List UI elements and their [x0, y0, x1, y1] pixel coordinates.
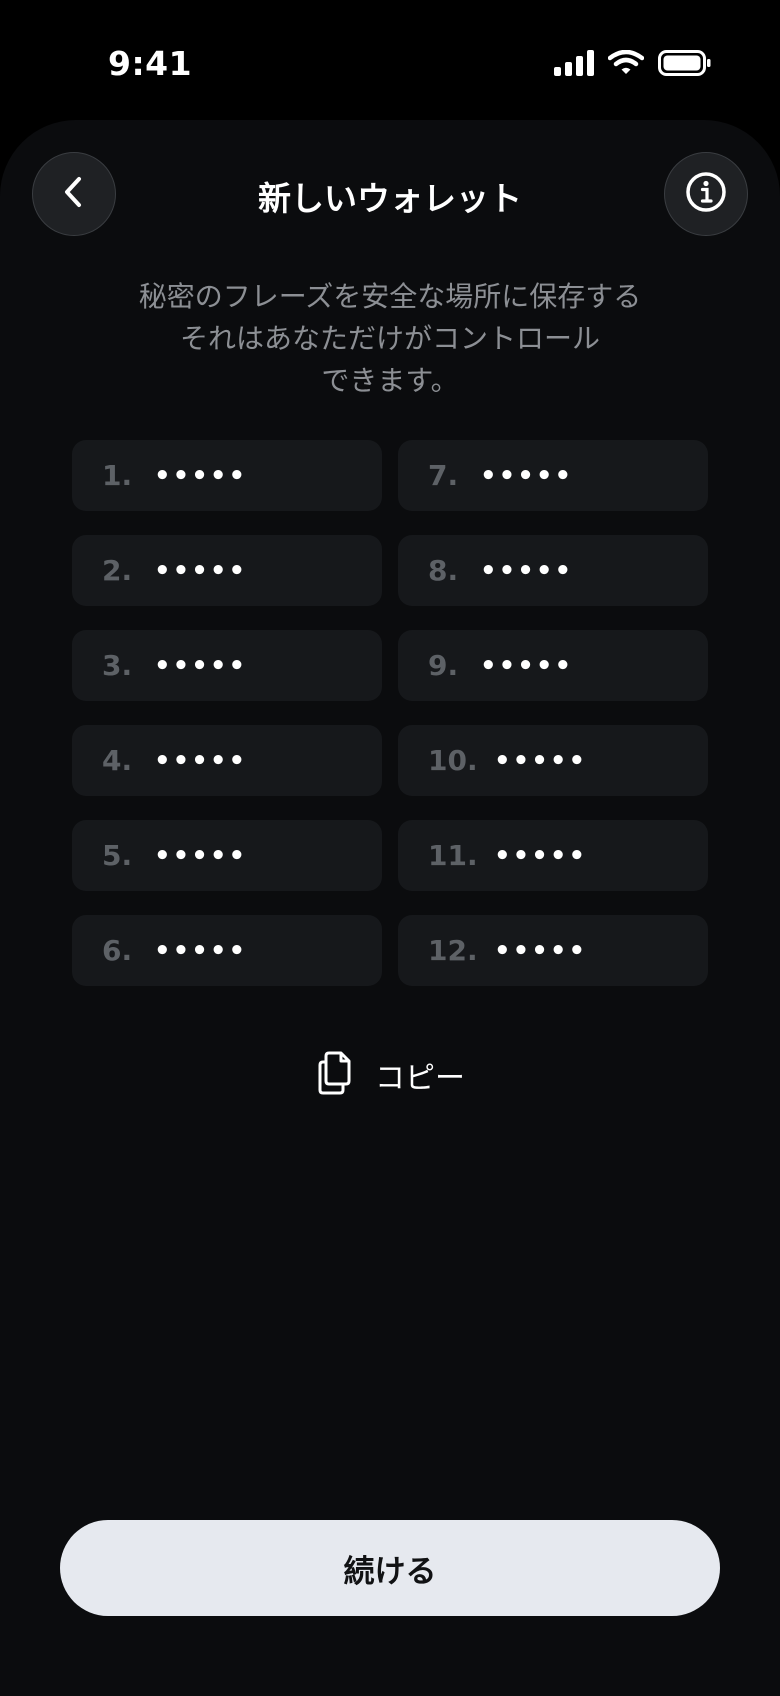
word-number: 11. [428, 839, 478, 872]
phrase-word-cell: 2. ••••• [72, 535, 382, 606]
word-mask: ••••• [480, 650, 574, 681]
status-bar: 9:41 [0, 0, 780, 120]
word-mask: ••••• [480, 460, 574, 491]
word-mask: ••••• [154, 935, 248, 966]
status-icons [554, 49, 712, 80]
phrase-word-cell: 1. ••••• [72, 440, 382, 511]
word-number: 5. [102, 839, 133, 872]
word-mask: ••••• [154, 555, 248, 586]
continue-button[interactable]: 続ける [60, 1520, 720, 1616]
word-number: 7. [428, 459, 459, 492]
phrase-word-cell: 11. ••••• [398, 820, 708, 891]
word-mask: ••••• [494, 840, 588, 871]
word-number: 6. [102, 934, 133, 967]
phrase-word-cell: 4. ••••• [72, 725, 382, 796]
chevron-left-icon [59, 175, 89, 213]
phrase-word-cell: 5. ••••• [72, 820, 382, 891]
instruction-line: 秘密のフレーズを安全な場所に保存する [138, 280, 642, 313]
word-number: 8. [428, 554, 459, 587]
phrase-word-cell: 8. ••••• [398, 535, 708, 606]
wallet-sheet: 新しいウォレット 秘密のフレーズを安全な場所に保存する それはあなただけがコント… [0, 120, 780, 1696]
word-number: 3. [102, 649, 133, 682]
word-number: 9. [428, 649, 459, 682]
word-number: 2. [102, 554, 133, 587]
battery-icon [658, 50, 712, 80]
word-number: 12. [428, 934, 478, 967]
word-mask: ••••• [154, 650, 248, 681]
copy-icon [315, 1050, 355, 1100]
word-mask: ••••• [154, 840, 248, 871]
word-mask: ••••• [154, 460, 248, 491]
word-number: 1. [102, 459, 133, 492]
word-mask: ••••• [494, 935, 588, 966]
copy-label: コピー [375, 1061, 465, 1096]
word-mask: ••••• [494, 745, 588, 776]
phrase-word-cell: 10. ••••• [398, 725, 708, 796]
page-title: 新しいウォレット [258, 179, 522, 218]
info-icon [684, 170, 728, 218]
instruction-line: それはあなただけがコントロール [179, 322, 600, 355]
wifi-icon [607, 49, 645, 80]
phrase-word-cell: 6. ••••• [72, 915, 382, 986]
word-mask: ••••• [154, 745, 248, 776]
copy-button[interactable]: コピー [0, 1050, 780, 1100]
info-button[interactable] [664, 152, 748, 236]
word-number: 4. [102, 744, 133, 777]
phrase-word-cell: 12. ••••• [398, 915, 708, 986]
phrase-word-cell: 7. ••••• [398, 440, 708, 511]
continue-label: 続ける [343, 1553, 437, 1590]
cellular-signal-icon [554, 50, 594, 80]
back-button[interactable] [32, 152, 116, 236]
phrase-word-cell: 3. ••••• [72, 630, 382, 701]
word-number: 10. [428, 744, 478, 777]
status-time: 9:41 [108, 44, 193, 83]
phrase-word-cell: 9. ••••• [398, 630, 708, 701]
instruction-line: できます。 [321, 364, 459, 397]
recovery-phrase-grid: 1. ••••• 7. ••••• 2. ••••• 8. ••••• 3. •… [72, 440, 708, 986]
instruction-text: 秘密のフレーズを安全な場所に保存する それはあなただけがコントロール できます。 [60, 276, 720, 402]
word-mask: ••••• [480, 555, 574, 586]
